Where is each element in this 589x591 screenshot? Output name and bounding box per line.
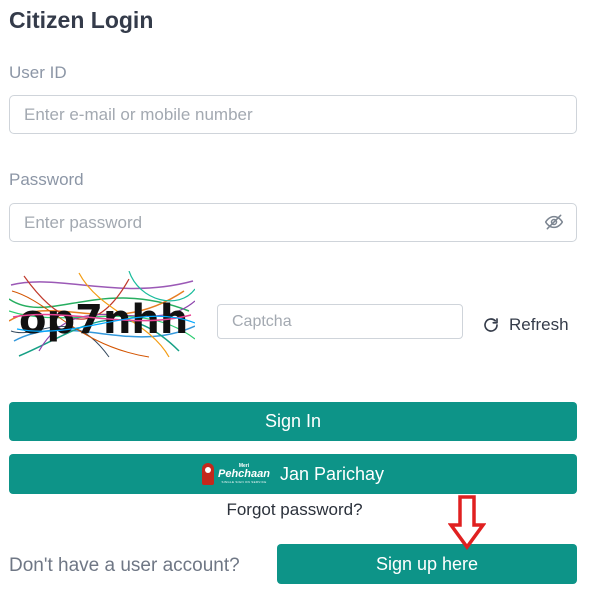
refresh-button[interactable]: Refresh <box>482 313 569 337</box>
no-account-text: Don't have a user account? <box>9 555 240 576</box>
eye-slash-icon[interactable] <box>543 212 565 232</box>
meri-pehchaan-mark-icon <box>201 463 214 485</box>
down-arrow-icon <box>448 495 486 550</box>
refresh-label: Refresh <box>509 315 569 334</box>
sign-up-button[interactable]: Sign up here <box>277 544 577 584</box>
user-id-label: User ID <box>9 63 67 82</box>
password-input[interactable] <box>9 203 577 242</box>
page-title: Citizen Login <box>9 7 154 33</box>
sign-in-button[interactable]: Sign In <box>9 402 577 441</box>
meri-pehchaan-logo: Meri Pehchaan SINGLE SIGN ON SERVICE <box>201 463 270 485</box>
captcha-input[interactable] <box>217 304 463 339</box>
logo-main-text: Pehchaan <box>217 468 270 480</box>
jan-parichay-button[interactable]: Meri Pehchaan SINGLE SIGN ON SERVICE Jan… <box>9 454 577 494</box>
logo-tagline: SINGLE SIGN ON SERVICE <box>221 480 267 484</box>
jan-parichay-label: Jan Parichay <box>279 463 385 484</box>
password-label: Password <box>9 170 84 189</box>
user-id-input[interactable] <box>9 95 577 134</box>
refresh-icon <box>484 318 498 332</box>
forgot-password-link[interactable]: Forgot password? <box>0 500 589 520</box>
